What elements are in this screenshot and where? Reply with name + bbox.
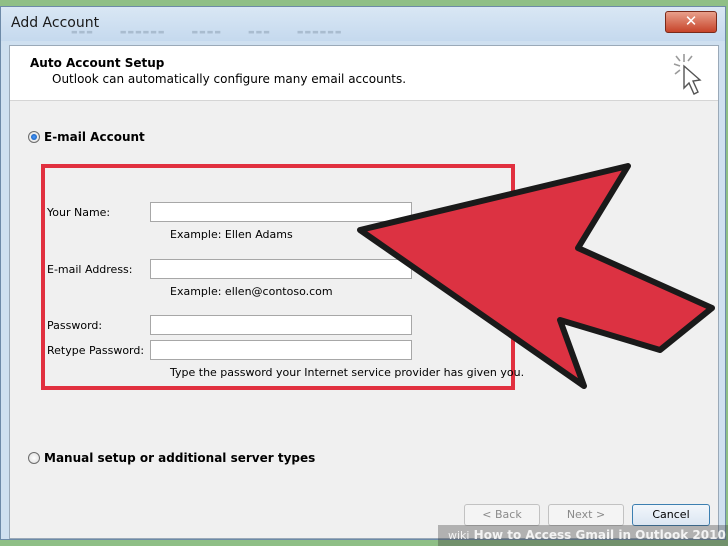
header-title: Auto Account Setup — [30, 56, 165, 70]
password-label: Password: — [47, 319, 103, 332]
your-name-input[interactable] — [150, 202, 412, 222]
next-button[interactable]: Next > — [548, 504, 624, 526]
back-button[interactable]: < Back — [464, 504, 540, 526]
watermark-banner: wiki How to Access Gmail in Outlook 2010 — [438, 525, 728, 546]
email-account-radio[interactable] — [28, 131, 40, 143]
your-name-hint: Example: Ellen Adams — [170, 228, 293, 241]
title-bar: Add Account ▬▬▬ ▬▬▬▬▬▬ ▬▬▬▬ ▬▬▬ ▬▬▬▬▬▬ ✕ — [1, 7, 725, 41]
manual-setup-option[interactable]: Manual setup or additional server types — [28, 451, 315, 465]
manual-setup-radio[interactable] — [28, 452, 40, 464]
retype-password-input[interactable] — [150, 340, 412, 360]
background-menu-ghost: ▬▬▬ ▬▬▬▬▬▬ ▬▬▬▬ ▬▬▬ ▬▬▬▬▬▬ — [71, 28, 343, 36]
your-name-label: Your Name: — [47, 206, 111, 219]
manual-setup-label: Manual setup or additional server types — [44, 451, 316, 465]
wizard-sparkle-icon — [673, 54, 702, 95]
cancel-button[interactable]: Cancel — [632, 504, 710, 526]
dialog-client-area: Auto Account Setup Outlook can automatic… — [9, 45, 719, 539]
close-button[interactable]: ✕ — [665, 11, 717, 33]
add-account-window: Add Account ▬▬▬ ▬▬▬▬▬▬ ▬▬▬▬ ▬▬▬ ▬▬▬▬▬▬ ✕ Aut… — [0, 6, 726, 540]
watermark-brand: wiki — [448, 529, 470, 542]
header-subtitle: Outlook can automatically configure many… — [52, 72, 407, 86]
email-account-label: E-mail Account — [44, 130, 145, 144]
retype-password-label: Retype Password: — [47, 344, 145, 357]
password-hint: Type the password your Internet service … — [170, 366, 525, 379]
email-address-hint: Example: ellen@contoso.com — [170, 285, 333, 298]
wizard-header: Auto Account Setup Outlook can automatic… — [10, 46, 718, 101]
watermark-text: How to Access Gmail in Outlook 2010 — [473, 528, 726, 542]
email-account-option[interactable]: E-mail Account — [28, 130, 145, 144]
email-address-label: E-mail Address: — [47, 263, 133, 276]
email-address-input[interactable] — [150, 259, 412, 279]
password-input[interactable] — [150, 315, 412, 335]
